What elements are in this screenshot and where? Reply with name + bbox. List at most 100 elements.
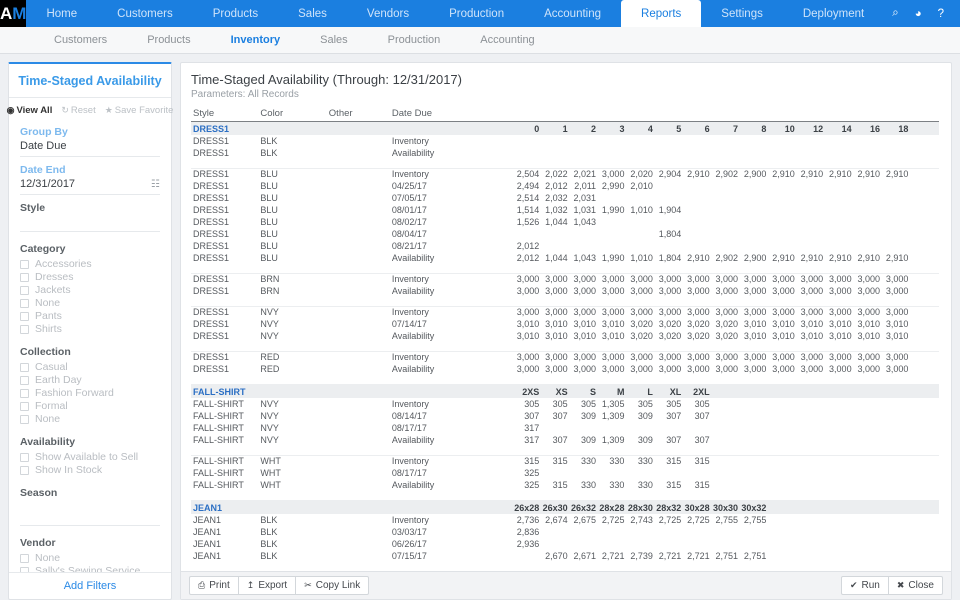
table-row[interactable]: FALL-SHIRTNVY08/14/173073073091,30930930… [191, 410, 939, 422]
cell-quantity: 3,000 [570, 273, 598, 285]
checkbox-icon[interactable] [20, 260, 29, 269]
sub-nav-item-sales[interactable]: Sales [300, 34, 368, 46]
calendar-icon[interactable]: ☷ [151, 179, 160, 190]
top-nav-item-vendors[interactable]: Vendors [347, 0, 429, 27]
filter-option[interactable]: None [20, 413, 160, 425]
filter-option[interactable]: Pants [20, 310, 160, 322]
table-row[interactable]: FALL-SHIRTWHTAvailability325315330330330… [191, 479, 939, 491]
checkbox-icon[interactable] [20, 273, 29, 282]
checkbox-icon[interactable] [20, 415, 29, 424]
filter-option[interactable]: Formal [20, 400, 160, 412]
size-column-header: 2XS [513, 384, 541, 398]
top-nav-item-production[interactable]: Production [429, 0, 524, 27]
sub-nav-item-products[interactable]: Products [127, 34, 210, 46]
filter-option[interactable]: Jackets [20, 284, 160, 296]
sidebar-action-save-favorite[interactable]: ★Save Favorite [105, 105, 174, 116]
table-row[interactable]: DRESS1BLU08/01/171,5141,0321,0311,9901,0… [191, 204, 939, 216]
sub-nav-item-accounting[interactable]: Accounting [460, 34, 554, 46]
run-button[interactable]: ✔Run [841, 576, 889, 595]
filter-option[interactable]: Dresses [20, 271, 160, 283]
checkbox-icon[interactable] [20, 299, 29, 308]
filter-option[interactable]: Accessories [20, 258, 160, 270]
sub-nav-item-production[interactable]: Production [368, 34, 461, 46]
checkbox-icon[interactable] [20, 554, 29, 563]
table-row[interactable]: DRESS1NVYInventory3,0003,0003,0003,0003,… [191, 306, 939, 318]
help-icon[interactable]: ? [930, 8, 952, 20]
checkbox-icon[interactable] [20, 286, 29, 295]
table-row[interactable]: DRESS1NVYAvailability3,0103,0103,0103,01… [191, 330, 939, 342]
table-row[interactable]: JEAN1BLKInventory2,7362,6742,6752,7252,7… [191, 514, 939, 526]
copy-link-button[interactable]: ✂Copy Link [295, 576, 369, 595]
top-nav-item-sales[interactable]: Sales [278, 0, 347, 27]
top-nav-item-home[interactable]: Home [26, 0, 97, 27]
table-row[interactable]: DRESS1BRNAvailability3,0003,0003,0003,00… [191, 285, 939, 297]
checkbox-icon[interactable] [20, 363, 29, 372]
filter-option[interactable]: None [20, 552, 160, 564]
table-row[interactable]: FALL-SHIRTNVYInventory3053053051,3053053… [191, 398, 939, 410]
filter-option[interactable]: Show Available to Sell [20, 451, 160, 463]
top-nav-item-products[interactable]: Products [193, 0, 278, 27]
filter-option[interactable]: Earth Day [20, 374, 160, 386]
table-row[interactable]: JEAN1BLK03/03/172,836 [191, 526, 939, 538]
top-nav-item-accounting[interactable]: Accounting [524, 0, 621, 27]
filter-field-input[interactable]: 12/31/2017☷ [20, 178, 160, 195]
table-row[interactable]: DRESS1BRNInventory3,0003,0003,0003,0003,… [191, 273, 939, 285]
search-icon[interactable]: ⌕ [884, 7, 906, 20]
cell-quantity [570, 467, 598, 479]
checkbox-icon[interactable] [20, 466, 29, 475]
top-nav-item-customers[interactable]: Customers [97, 0, 193, 27]
filter-option[interactable]: None [20, 297, 160, 309]
table-row[interactable]: DRESS1BLU08/04/171,804 [191, 228, 939, 240]
filter-field-input[interactable] [20, 216, 160, 232]
table-row[interactable]: DRESS1BLU07/05/172,5142,0322,031 [191, 192, 939, 204]
filter-option[interactable]: Show In Stock [20, 464, 160, 476]
checkbox-icon[interactable] [20, 376, 29, 385]
filter-option[interactable]: Sally's Sewing Service [20, 565, 160, 572]
globe-icon[interactable]: ◕ [907, 8, 930, 20]
sub-nav-item-inventory[interactable]: Inventory [211, 34, 301, 46]
table-row[interactable]: DRESS1BLKInventory [191, 135, 939, 147]
table-row[interactable]: DRESS1BLUAvailability2,0121,0441,0431,99… [191, 252, 939, 264]
filter-option[interactable]: Fashion Forward [20, 387, 160, 399]
user-menu[interactable]: ♟john▾ [952, 7, 960, 21]
table-row[interactable]: DRESS1BLU08/02/171,5261,0441,043 [191, 216, 939, 228]
table-row[interactable]: FALL-SHIRTWHT08/17/17325 [191, 467, 939, 479]
checkbox-icon[interactable] [20, 325, 29, 334]
report-table-scroll[interactable]: StyleColorOtherDate DueDRESS101234567810… [181, 106, 951, 571]
checkbox-icon[interactable] [20, 402, 29, 411]
add-filters-button[interactable]: Add Filters [9, 572, 171, 599]
filter-option[interactable]: Shirts [20, 323, 160, 335]
top-nav-item-reports[interactable]: Reports [621, 0, 701, 27]
table-row[interactable]: DRESS1BLUInventory2,5042,0222,0213,0002,… [191, 168, 939, 180]
checkbox-icon[interactable] [20, 389, 29, 398]
table-row[interactable]: DRESS1REDAvailability3,0003,0003,0003,00… [191, 363, 939, 375]
close-button[interactable]: ✖Close [888, 576, 943, 595]
table-row[interactable]: DRESS1BLKAvailability [191, 147, 939, 159]
filter-field-input[interactable]: Date Due [20, 140, 160, 157]
table-row[interactable]: JEAN1BLK07/15/172,6702,6712,7212,7392,72… [191, 550, 939, 562]
table-row[interactable]: DRESS1REDInventory3,0003,0003,0003,0003,… [191, 351, 939, 363]
cell-pad [910, 479, 939, 491]
table-row[interactable]: FALL-SHIRTWHTInventory315315330330330315… [191, 455, 939, 467]
checkbox-icon[interactable] [20, 312, 29, 321]
print-button[interactable]: ⎙Print [189, 576, 239, 595]
table-row[interactable]: FALL-SHIRTNVYAvailability3173073091,3093… [191, 434, 939, 446]
sidebar-action-reset[interactable]: ↻Reset [61, 105, 95, 116]
cell-other [329, 180, 392, 192]
sub-nav-item-customers[interactable]: Customers [34, 34, 127, 46]
table-row[interactable]: DRESS1BLU04/25/172,4942,0122,0112,9902,0… [191, 180, 939, 192]
export-button[interactable]: ↥Export [238, 576, 296, 595]
cell-pad [910, 228, 939, 240]
cell-quantity [655, 467, 683, 479]
table-row[interactable]: DRESS1BLU08/21/172,012 [191, 240, 939, 252]
top-nav-item-settings[interactable]: Settings [701, 0, 783, 27]
top-nav-item-deployment[interactable]: Deployment [783, 0, 884, 27]
table-row[interactable]: FALL-SHIRTNVY08/17/17317 [191, 422, 939, 434]
app-logo[interactable]: AM [0, 0, 26, 27]
sidebar-action-view-all[interactable]: ◉View All [7, 105, 53, 116]
table-row[interactable]: DRESS1NVY07/14/173,0103,0103,0103,0103,0… [191, 318, 939, 330]
filter-option[interactable]: Casual [20, 361, 160, 373]
table-row[interactable]: JEAN1BLK06/26/172,936 [191, 538, 939, 550]
checkbox-icon[interactable] [20, 453, 29, 462]
cell-quantity: 3,010 [598, 330, 626, 342]
